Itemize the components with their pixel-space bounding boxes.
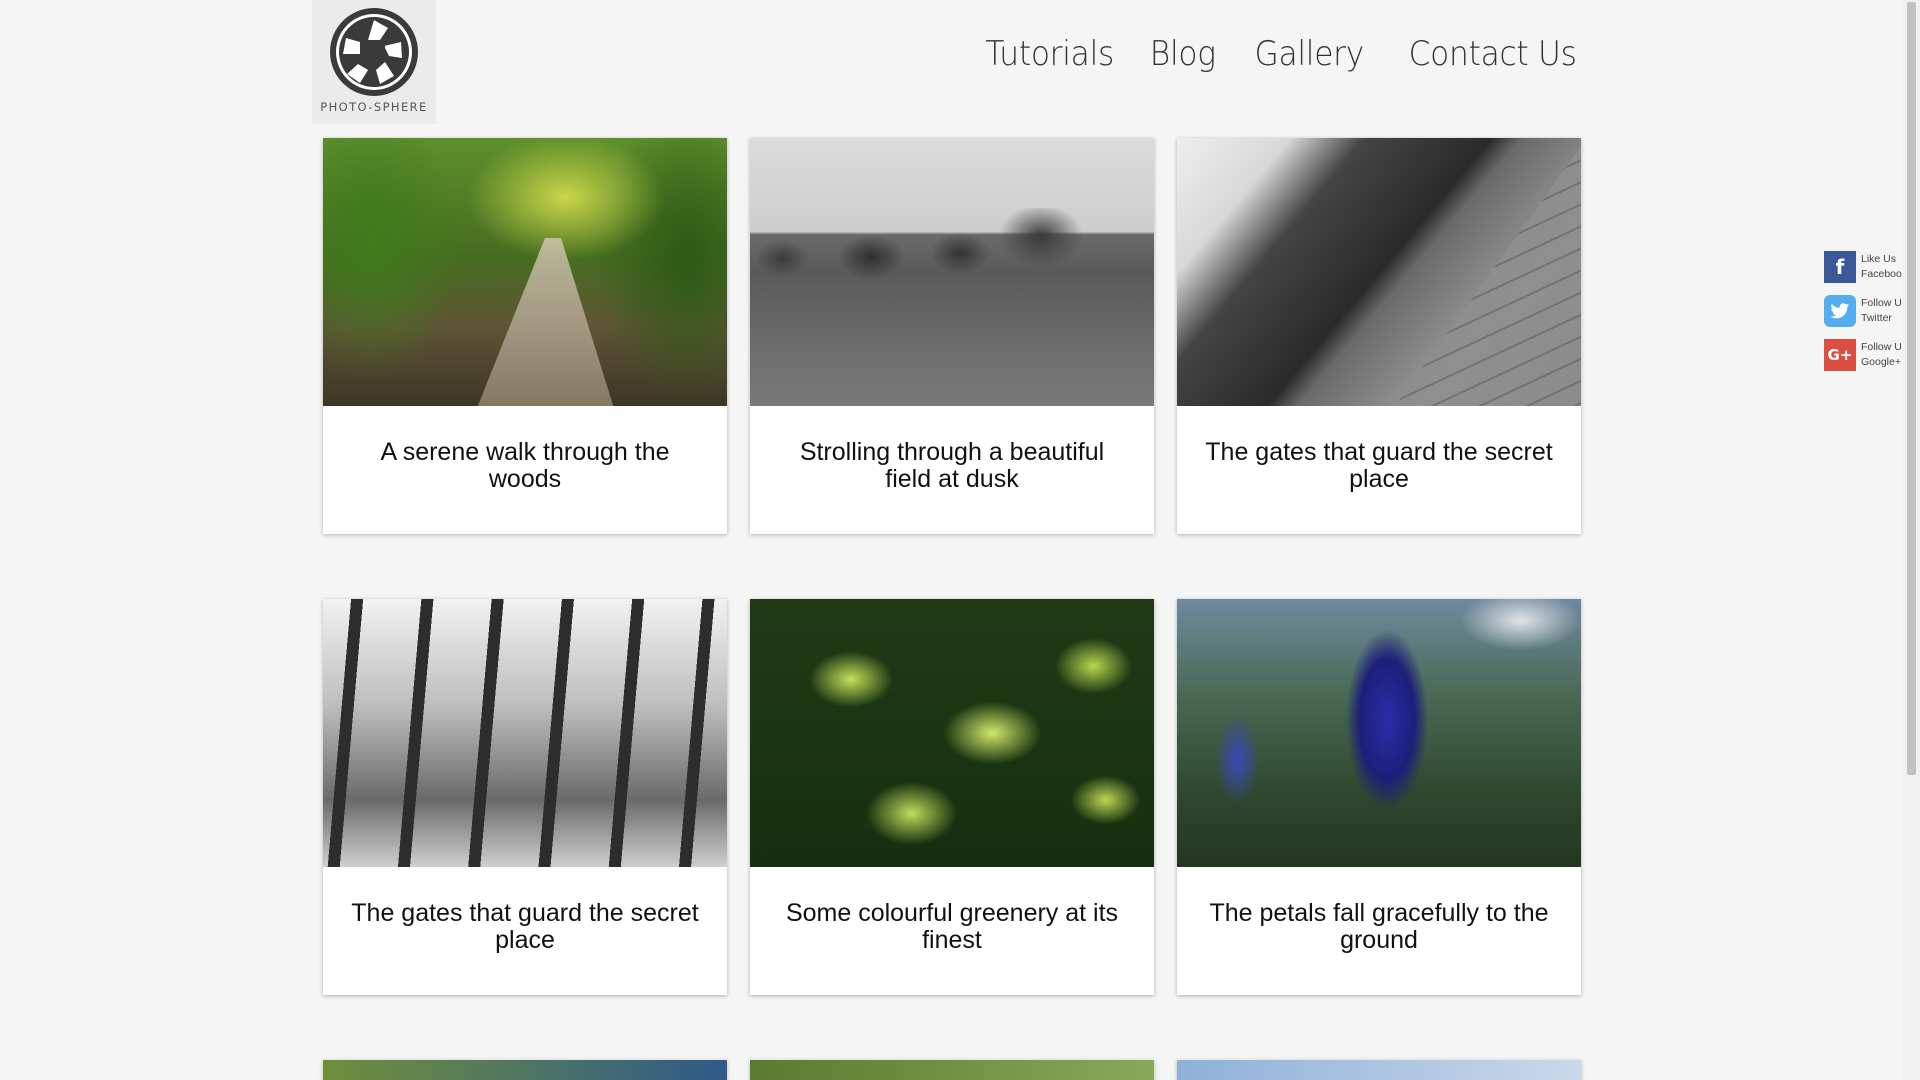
site-logo[interactable]: PHOTO-SPHERE (312, 0, 436, 124)
card-photo-partial[interactable] (750, 1060, 1154, 1080)
nav-tutorials[interactable]: Tutorials (985, 34, 1114, 74)
facebook-icon: f (1824, 251, 1856, 283)
card-photo (323, 138, 727, 406)
card-caption: The petals fall gracefully to the ground (1209, 899, 1549, 954)
card-caption: A serene walk through the woods (380, 438, 670, 493)
card-photo-partial[interactable] (323, 1060, 727, 1080)
card-caption: Some colourful greenery at its finest (785, 899, 1119, 954)
card-photo (750, 599, 1154, 867)
card-caption: Strolling through a beautiful field at d… (799, 438, 1105, 493)
nav-gallery[interactable]: Gallery (1255, 34, 1365, 74)
gallery-card[interactable]: The gates that guard the secret place (323, 599, 727, 995)
nav-contact-us[interactable]: Contact Us (1409, 34, 1577, 74)
twitter-line2: Twitter (1861, 312, 1892, 324)
twitter-line1: Follow Us (1861, 297, 1902, 309)
card-photo (750, 138, 1154, 406)
twitter-icon (1824, 295, 1856, 327)
facebook-line2: Facebook (1861, 268, 1902, 280)
card-photo (1177, 599, 1581, 867)
twitter-follow-link[interactable]: Follow Us Twitter (1824, 294, 1902, 328)
page-scrollbar[interactable] (1903, 0, 1920, 1080)
google-line1: Follow Us (1861, 341, 1902, 353)
nav-blog[interactable]: Blog (1149, 34, 1215, 74)
google-line2: Google+ (1861, 356, 1901, 368)
camera-aperture-icon (330, 8, 418, 96)
gallery-card[interactable]: A serene walk through the woods (323, 138, 727, 534)
facebook-like-link[interactable]: f Like Us Facebook (1824, 250, 1902, 284)
facebook-line1: Like Us (1861, 253, 1897, 265)
gallery-card[interactable]: The petals fall gracefully to the ground (1177, 599, 1581, 995)
card-caption: The gates that guard the secret place (1205, 438, 1553, 493)
card-caption: The gates that guard the secret place (351, 899, 699, 954)
gallery-card[interactable]: The gates that guard the secret place (1177, 138, 1581, 534)
google-plus-follow-link[interactable]: G+ Follow Us Google+ (1824, 338, 1902, 372)
social-sidebar: f Like Us Facebook Follow Us Twitter G+ … (1824, 250, 1902, 372)
gallery-card[interactable]: Strolling through a beautiful field at d… (750, 138, 1154, 534)
gallery-card[interactable]: Some colourful greenery at its finest (750, 599, 1154, 995)
gallery-next-row (323, 1060, 1581, 1080)
main-nav: Tutorials Blog Gallery Contact Us (974, 34, 1578, 74)
gallery-grid: A serene walk through the woods Strollin… (323, 138, 1581, 995)
card-photo (323, 599, 727, 867)
card-photo-partial[interactable] (1177, 1060, 1581, 1080)
logo-text: PHOTO-SPHERE (320, 100, 428, 114)
card-photo (1177, 138, 1581, 406)
scrollbar-thumb[interactable] (1907, 2, 1916, 775)
google-plus-icon: G+ (1824, 339, 1856, 371)
